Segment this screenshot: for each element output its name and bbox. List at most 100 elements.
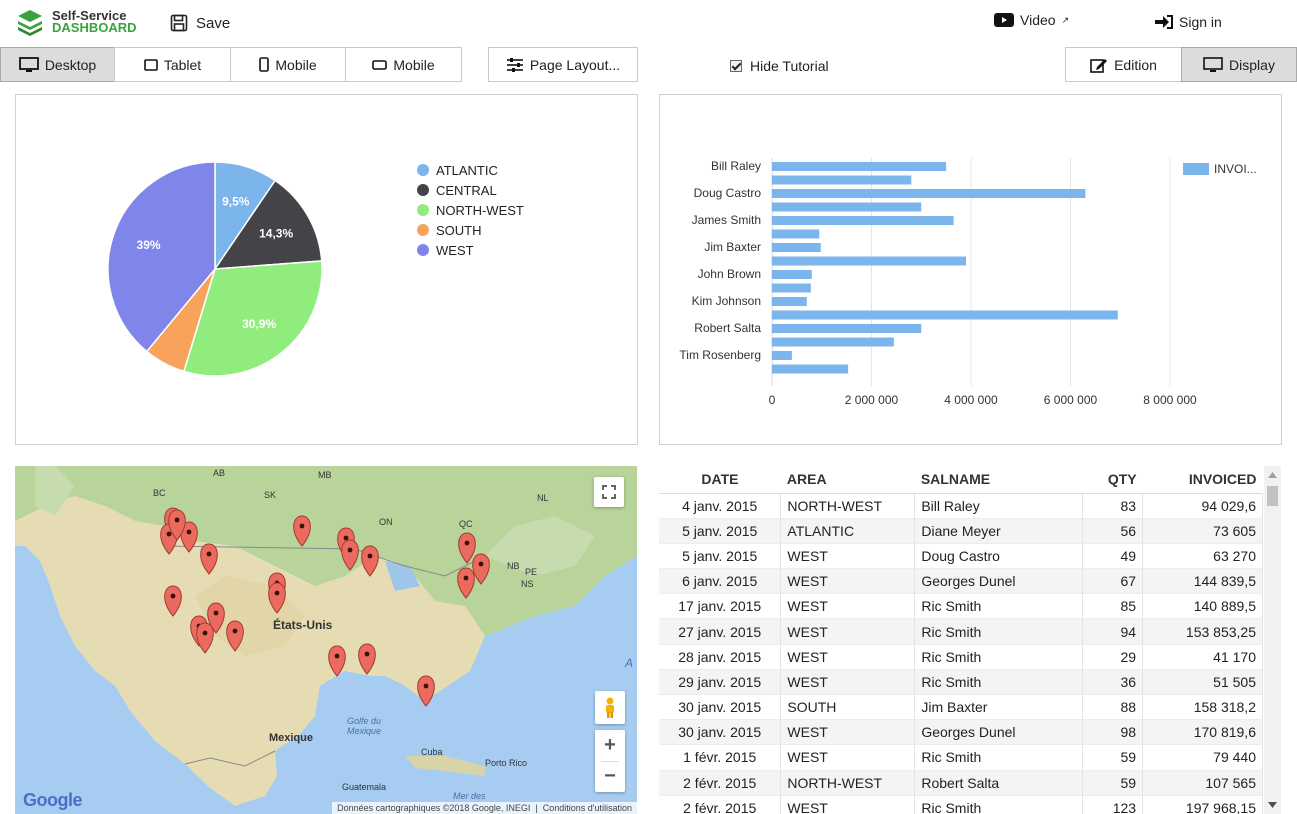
table-row[interactable]: 28 janv. 2015 WEST Ric Smith 29 41 170 (659, 644, 1263, 670)
table-row[interactable]: 27 janv. 2015 WEST Ric Smith 94 153 853,25 (659, 618, 1263, 645)
table-row[interactable]: 2 févr. 2015 WEST Ric Smith 123 197 968,15 (659, 795, 1263, 814)
bar[interactable] (772, 364, 849, 374)
y-category-label: Tim Rosenberg (679, 348, 761, 362)
table-row[interactable]: 30 janv. 2015 WEST Georges Dunel 98 170 819,… (659, 719, 1263, 746)
video-link[interactable]: Video ↗ (994, 12, 1069, 28)
bar[interactable] (772, 162, 947, 171)
map-marker-pin[interactable] (293, 515, 311, 547)
street-view-pegman[interactable] (595, 691, 625, 724)
map-marker-pin[interactable] (358, 643, 376, 675)
cell-area: WEST (780, 795, 916, 814)
map-marker-pin[interactable] (457, 567, 475, 599)
column-header-date[interactable]: DATE (659, 466, 781, 494)
legend-item-north-west[interactable]: NORTH-WEST (417, 200, 524, 220)
bar[interactable] (772, 229, 820, 239)
legend-item-central[interactable]: CENTRAL (417, 180, 524, 200)
fullscreen-button[interactable] (594, 477, 624, 507)
table-scrollbar[interactable] (1264, 466, 1281, 814)
cell-qty: 36 (1082, 669, 1144, 696)
bar-legend-label[interactable]: INVOI... (1214, 162, 1257, 176)
cell-qty: 85 (1082, 593, 1144, 620)
bar[interactable] (772, 216, 954, 225)
external-link-icon: ↗ (1061, 14, 1070, 25)
bar[interactable] (772, 243, 821, 252)
table-row[interactable]: 5 janv. 2015 WEST Doug Castro 49 63 270 (659, 543, 1263, 570)
table-row[interactable]: 1 févr. 2015 WEST Ric Smith 59 79 440 (659, 744, 1263, 771)
column-header-invoiced[interactable]: INVOICED (1142, 466, 1263, 494)
checkbox-checked-icon[interactable] (730, 60, 742, 72)
column-header-qty[interactable]: QTY (1082, 466, 1143, 494)
map-marker-pin[interactable] (196, 622, 214, 654)
map-marker-pin[interactable] (341, 539, 359, 571)
google-logo[interactable]: Google (23, 790, 83, 811)
cell-qty: 56 (1082, 518, 1144, 544)
youtube-icon (994, 13, 1014, 27)
map-markers[interactable] (15, 466, 637, 814)
bar[interactable] (772, 175, 912, 185)
fullscreen-icon (602, 485, 616, 499)
bar[interactable] (772, 324, 922, 333)
legend-item-west[interactable]: WEST (417, 240, 524, 260)
map-marker-pin[interactable] (200, 543, 218, 575)
map-marker-pin[interactable] (328, 645, 346, 677)
map-terms-link[interactable]: Conditions d'utilisation (543, 803, 632, 813)
cell-date: 5 janv. 2015 (659, 543, 782, 570)
y-category-label: John Brown (698, 267, 761, 281)
save-button[interactable]: Save (170, 14, 230, 32)
table-row[interactable]: 2 févr. 2015 NORTH-WEST Robert Salta 59 107 … (659, 770, 1263, 796)
sign-in-link[interactable]: Sign in (1155, 14, 1222, 30)
hide-tutorial-label: Hide Tutorial (750, 58, 829, 74)
legend-item-atlantic[interactable]: ATLANTIC (417, 160, 524, 180)
page-layout-button[interactable]: Page Layout... (488, 47, 638, 82)
cell-qty: 67 (1082, 568, 1144, 595)
sales-map[interactable]: AB MB BC SK NL ON QC NB PE NS États-Unis… (15, 466, 637, 814)
mobile-landscape-view-button[interactable]: Mobile (345, 47, 462, 82)
edition-mode-button[interactable]: Edition (1065, 47, 1182, 82)
cell-salname: Georges Dunel (914, 568, 1084, 595)
map-marker-pin[interactable] (226, 620, 244, 652)
cell-invoiced: 197 968,15 (1142, 795, 1263, 814)
bar[interactable] (772, 351, 792, 360)
mobile-view-button[interactable]: Mobile (230, 47, 346, 82)
display-mode-button[interactable]: Display (1181, 47, 1297, 82)
column-header-area[interactable]: AREA (780, 466, 915, 494)
legend-dot-north-west (417, 204, 429, 216)
bar[interactable] (772, 310, 1118, 320)
map-marker-pin[interactable] (417, 675, 435, 707)
bar[interactable] (772, 202, 922, 212)
map-marker-pin[interactable] (164, 585, 182, 617)
bar[interactable] (772, 297, 807, 306)
x-tick-label: 2 000 000 (845, 393, 899, 407)
map-marker-pin[interactable] (458, 532, 476, 564)
scroll-up-arrow-icon[interactable] (1268, 472, 1277, 478)
save-label: Save (196, 14, 231, 32)
table-row[interactable]: 6 janv. 2015 WEST Georges Dunel 67 144 839,5 (659, 568, 1263, 595)
desktop-view-button[interactable]: Desktop (0, 47, 115, 82)
table-row[interactable]: 4 janv. 2015 NORTH-WEST Bill Raley 83 94 029… (659, 493, 1263, 519)
cell-invoiced: 94 029,6 (1142, 493, 1263, 519)
legend-item-south[interactable]: SOUTH (417, 220, 524, 240)
map-marker-pin[interactable] (361, 545, 379, 577)
cell-date: 28 janv. 2015 (659, 644, 782, 670)
map-marker-pin[interactable] (472, 553, 490, 585)
bar[interactable] (772, 337, 894, 347)
bar[interactable] (772, 189, 1086, 198)
zoom-out-button[interactable]: − (604, 762, 616, 792)
app-logo[interactable]: Self-Service DASHBOARD (16, 8, 137, 36)
table-row[interactable]: 30 janv. 2015 SOUTH Jim Baxter 88 158 318,2 (659, 694, 1263, 721)
tablet-view-button[interactable]: Tablet (114, 47, 231, 82)
bar[interactable] (772, 283, 811, 293)
column-header-salname[interactable]: SALNAME (914, 466, 1083, 494)
zoom-in-button[interactable]: + (604, 731, 616, 761)
scroll-down-arrow-icon[interactable] (1268, 802, 1277, 808)
bar[interactable] (772, 256, 967, 266)
scrollbar-thumb[interactable] (1267, 486, 1278, 506)
map-marker-pin[interactable] (268, 582, 286, 614)
y-category-label: Bill Raley (711, 159, 761, 173)
edit-icon (1090, 58, 1108, 73)
hide-tutorial-checkbox[interactable]: Hide Tutorial (730, 58, 829, 74)
bar[interactable] (772, 270, 812, 279)
table-row[interactable]: 5 janv. 2015 ATLANTIC Diane Meyer 56 73 605 (659, 518, 1263, 544)
table-row[interactable]: 29 janv. 2015 WEST Ric Smith 36 51 505 (659, 669, 1263, 696)
table-row[interactable]: 17 janv. 2015 WEST Ric Smith 85 140 889,5 (659, 593, 1263, 620)
